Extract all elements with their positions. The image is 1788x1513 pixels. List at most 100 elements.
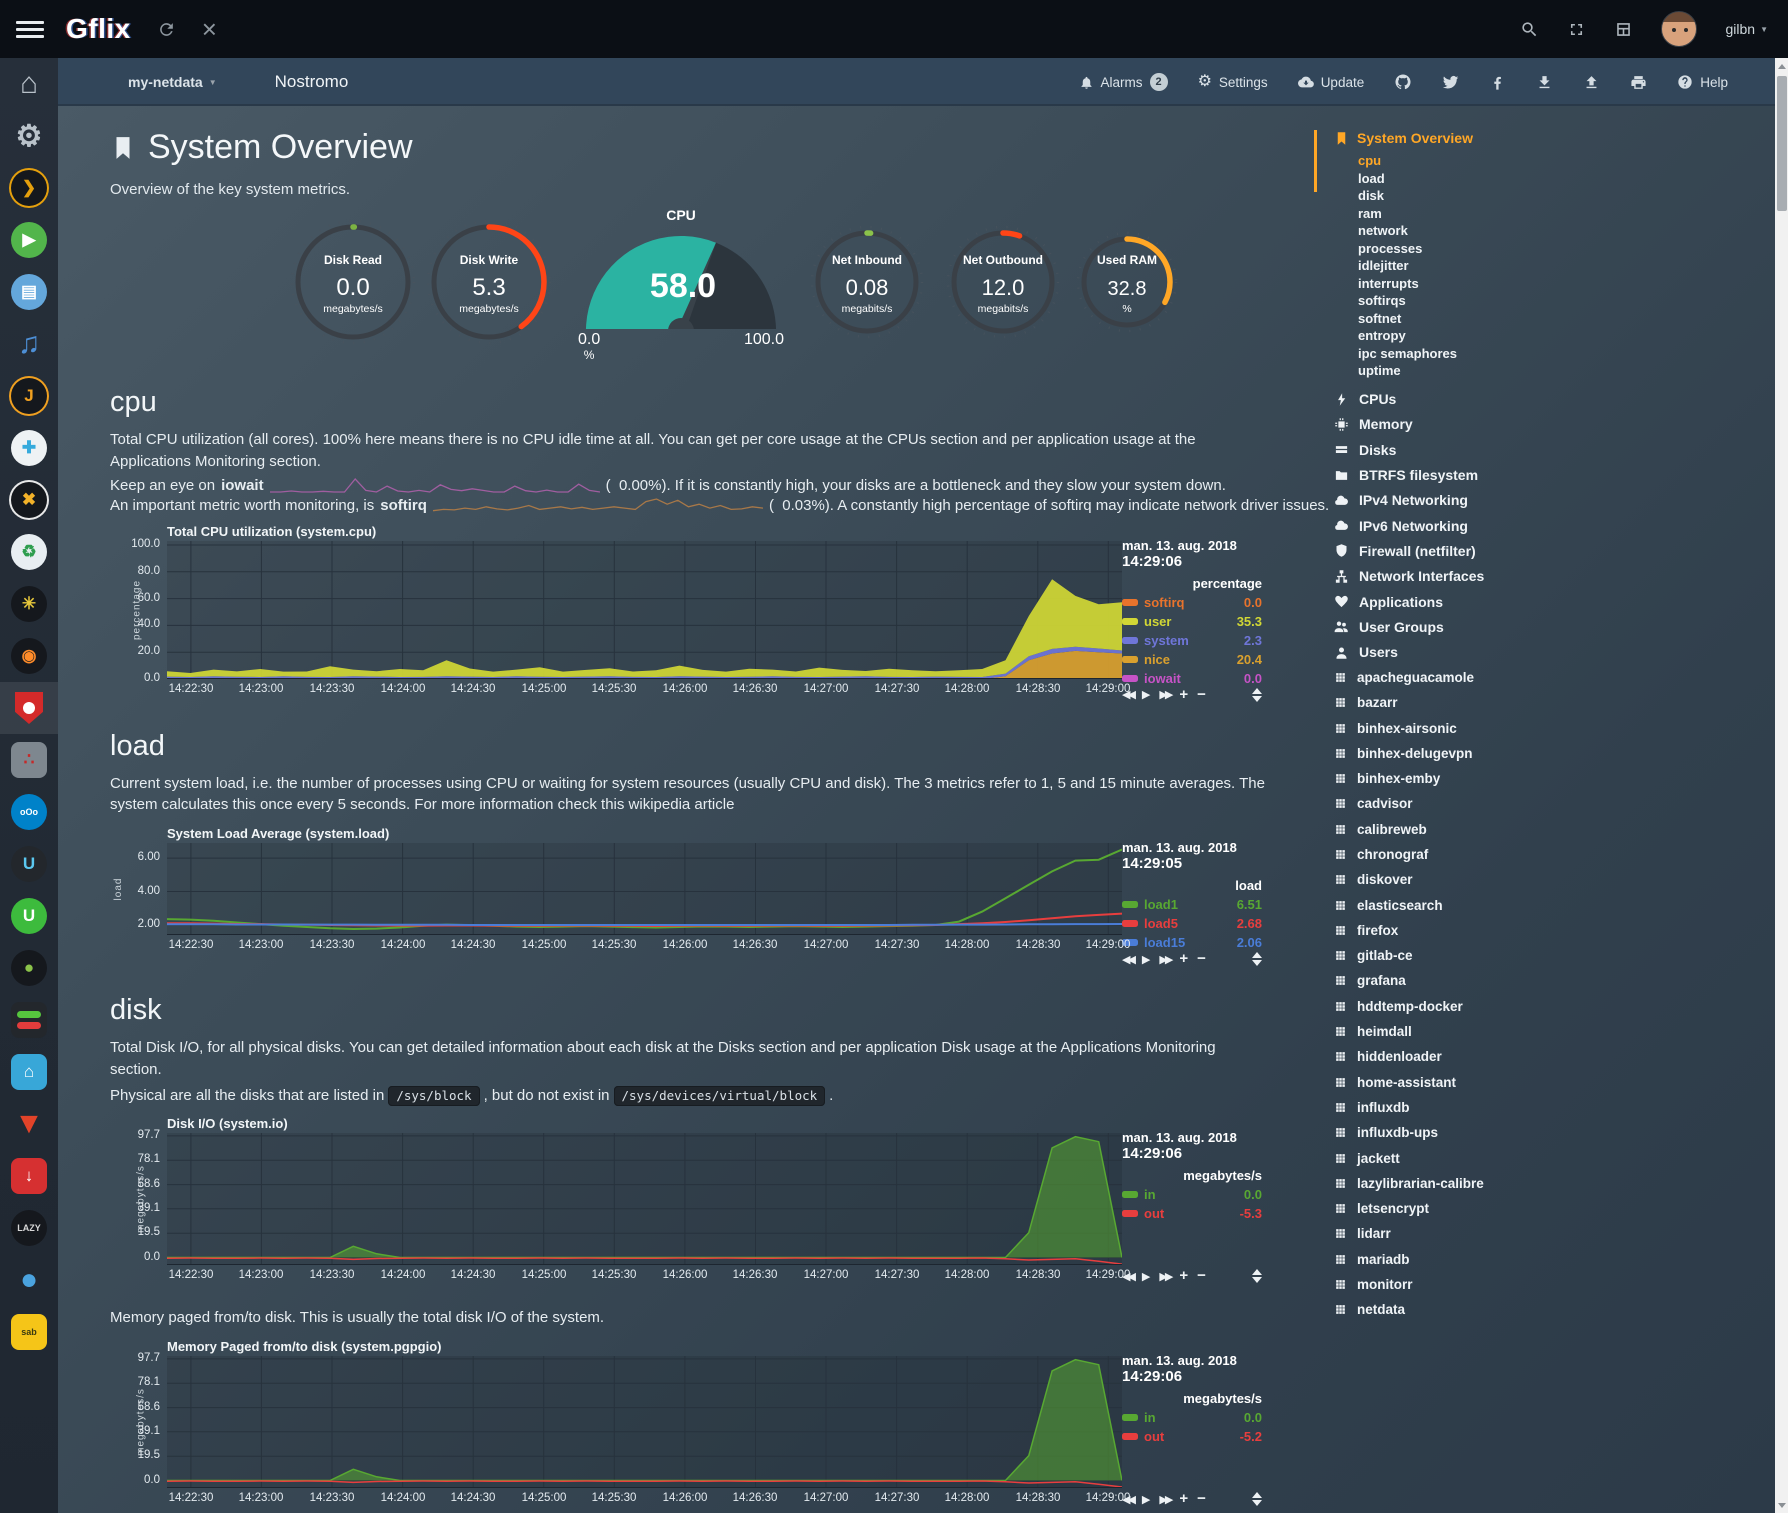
chart-play-button[interactable]: ▶ <box>1142 688 1150 701</box>
legend-system-io-in[interactable]: in0.0 <box>1122 1185 1262 1204</box>
alarms-button[interactable]: Alarms 2 <box>1079 73 1168 91</box>
sidebar-item-idlejitter[interactable]: idlejitter <box>1358 257 1770 275</box>
legend-system-pgpgio-out[interactable]: out-5.2 <box>1122 1427 1262 1446</box>
update-button[interactable]: Update <box>1298 74 1365 90</box>
sidebar-app-mariadb[interactable]: mariadb <box>1310 1247 1770 1272</box>
sidebar-app-chronograf[interactable]: chronograf <box>1310 842 1770 867</box>
chart-zoom-out-button[interactable]: − <box>1197 689 1206 701</box>
sidebar-app-hiddenloader[interactable]: hiddenloader <box>1310 1044 1770 1069</box>
legend-system-cpu-softirq[interactable]: softirq0.0 <box>1122 593 1262 612</box>
sidebar-section-cpus[interactable]: CPUs <box>1310 387 1770 412</box>
sidebar-app-grafana[interactable]: grafana <box>1310 968 1770 993</box>
sidebar-app-firefox[interactable]: firefox <box>1310 918 1770 943</box>
sidebar-app-lazylibrarian[interactable]: LAZY <box>0 1202 58 1254</box>
sidebar-app-letsencrypt[interactable]: letsencrypt <box>1310 1196 1770 1221</box>
sidebar-app-calibreweb[interactable]: calibreweb <box>1310 817 1770 842</box>
sidebar-app-hddtemp-docker[interactable]: hddtemp-docker <box>1310 994 1770 1019</box>
gauge-net-outbound[interactable]: Net Outbound 12.0 megabits/s <box>944 223 1062 346</box>
sidebar-app-jackett[interactable]: jackett <box>1310 1145 1770 1170</box>
chart-zoom-in-button[interactable]: + <box>1179 1493 1188 1505</box>
sidebar-section-disks[interactable]: Disks <box>1310 437 1770 462</box>
chart-system-load[interactable] <box>167 843 1122 935</box>
sidebar-item-disk[interactable]: disk <box>1358 187 1770 205</box>
changelog-icon[interactable] <box>1614 20 1633 39</box>
chart-rewind-button[interactable]: ◀◀ <box>1122 953 1133 966</box>
sidebar-app-netdata-shield[interactable] <box>0 682 58 734</box>
user-menu[interactable]: gilbn▼ <box>1725 21 1768 37</box>
sidebar-section-ipv4-networking[interactable]: IPv4 Networking <box>1310 488 1770 513</box>
sidebar-app-ubooquity-green[interactable]: U <box>0 890 58 942</box>
chart-resize-handle[interactable] <box>1252 1492 1262 1506</box>
fullscreen-icon[interactable] <box>1567 20 1586 39</box>
chart-zoom-out-button[interactable]: − <box>1197 953 1206 965</box>
sidebar-app-gitlab-ce[interactable]: gitlab-ce <box>1310 943 1770 968</box>
sidebar-app-monitorr[interactable] <box>0 994 58 1046</box>
legend-system-cpu-user[interactable]: user35.3 <box>1122 612 1262 631</box>
chart-forward-button[interactable]: ▶▶ <box>1159 1493 1170 1506</box>
sidebar-app-home[interactable]: ⌂ <box>0 58 58 110</box>
help-button[interactable]: Help <box>1677 74 1728 90</box>
chart-system-pgpgio[interactable] <box>167 1356 1122 1488</box>
sidebar-app-emby[interactable]: ▶ <box>0 214 58 266</box>
app-logo[interactable]: Gflix <box>66 13 131 45</box>
legend-system-pgpgio-in[interactable]: in0.0 <box>1122 1408 1262 1427</box>
chart-resize-handle[interactable] <box>1252 688 1262 702</box>
close-icon[interactable]: × <box>202 16 217 42</box>
twitter-icon[interactable] <box>1442 74 1459 91</box>
chart-play-button[interactable]: ▶ <box>1142 1270 1150 1283</box>
refresh-icon[interactable] <box>157 20 176 39</box>
sidebar-app-lazylibrarian-calibre[interactable]: lazylibrarian-calibre <box>1310 1171 1770 1196</box>
scrollbar-up-arrow[interactable] <box>1775 59 1788 73</box>
chart-play-button[interactable]: ▶ <box>1142 1493 1150 1506</box>
facebook-icon[interactable] <box>1489 74 1506 91</box>
sidebar-app-jackett[interactable]: J <box>0 370 58 422</box>
chart-zoom-in-button[interactable]: + <box>1179 689 1188 701</box>
settings-button[interactable]: ⚙ Settings <box>1198 74 1268 90</box>
sidebar-app-heimdall[interactable]: heimdall <box>1310 1019 1770 1044</box>
sidebar-item-softirqs[interactable]: softirqs <box>1358 292 1770 310</box>
chart-play-button[interactable]: ▶ <box>1142 953 1150 966</box>
sidebar-app-youtube-dl[interactable]: ↓ <box>0 1150 58 1202</box>
scrollbar-thumb[interactable] <box>1777 76 1787 211</box>
sidebar-app-calibre-web[interactable]: ▤ <box>0 266 58 318</box>
sidebar-app-home-assistant[interactable]: home-assistant <box>1310 1070 1770 1095</box>
sidebar-item-network[interactable]: network <box>1358 222 1770 240</box>
chart-zoom-in-button[interactable]: + <box>1179 953 1188 965</box>
sidebar-app-nextcloud[interactable]: oOo <box>0 786 58 838</box>
github-icon[interactable] <box>1394 73 1412 91</box>
sidebar-app-berries[interactable]: ∴ <box>0 734 58 786</box>
legend-system-cpu-iowait[interactable]: iowait0.0 <box>1122 669 1262 688</box>
chart-system-cpu[interactable] <box>167 541 1122 679</box>
chart-forward-button[interactable]: ▶▶ <box>1159 1270 1170 1283</box>
search-icon[interactable] <box>1520 20 1539 39</box>
sidebar-app-bazarr[interactable]: bazarr <box>1310 690 1770 715</box>
sidebar-section-btrfs-filesystem[interactable]: BTRFS filesystem <box>1310 462 1770 487</box>
sidebar-section-applications[interactable]: Applications <box>1310 589 1770 614</box>
chart-system-io[interactable] <box>167 1133 1122 1265</box>
sidebar-item-interrupts[interactable]: interrupts <box>1358 275 1770 293</box>
legend-system-io-out[interactable]: out-5.3 <box>1122 1204 1262 1223</box>
gauge-disk-write[interactable]: Disk Write 5.3 megabytes/s <box>424 217 554 352</box>
sidebar-app-netdata[interactable]: netdata <box>1310 1297 1770 1322</box>
legend-system-load-load1[interactable]: load16.51 <box>1122 895 1262 914</box>
download-icon[interactable] <box>1536 74 1553 91</box>
sidebar-app-binhex-airsonic[interactable]: binhex-airsonic <box>1310 715 1770 740</box>
sidebar-section-network-interfaces[interactable]: Network Interfaces <box>1310 564 1770 589</box>
gauge-used-ram[interactable]: Used RAM 32.8 % <box>1074 229 1180 340</box>
my-netdata-dropdown[interactable]: my-netdata ▼ <box>128 74 217 90</box>
sidebar-app-ubooquity[interactable]: U <box>0 838 58 890</box>
sidebar-app-influxdb-ups[interactable]: influxdb-ups <box>1310 1120 1770 1145</box>
sidebar-app-sabnzbd[interactable]: sab <box>0 1306 58 1358</box>
legend-system-cpu-system[interactable]: system2.3 <box>1122 631 1262 650</box>
scrollbar-down-arrow[interactable] <box>1775 1498 1788 1512</box>
sidebar-app-lidarr[interactable]: lidarr <box>1310 1221 1770 1246</box>
chart-resize-handle[interactable] <box>1252 1269 1262 1283</box>
chart-zoom-out-button[interactable]: − <box>1197 1270 1206 1282</box>
chart-resize-handle[interactable] <box>1252 952 1262 966</box>
legend-system-load-load15[interactable]: load152.06 <box>1122 933 1262 952</box>
print-icon[interactable] <box>1630 74 1647 91</box>
gauge-net-inbound[interactable]: Net Inbound 0.08 megabits/s <box>808 223 926 346</box>
sidebar-app-plex[interactable]: ❯ <box>0 162 58 214</box>
sidebar-app-duplicati[interactable]: ● <box>0 1254 58 1306</box>
sidebar-app-binhex-delugevpn[interactable]: binhex-delugevpn <box>1310 741 1770 766</box>
